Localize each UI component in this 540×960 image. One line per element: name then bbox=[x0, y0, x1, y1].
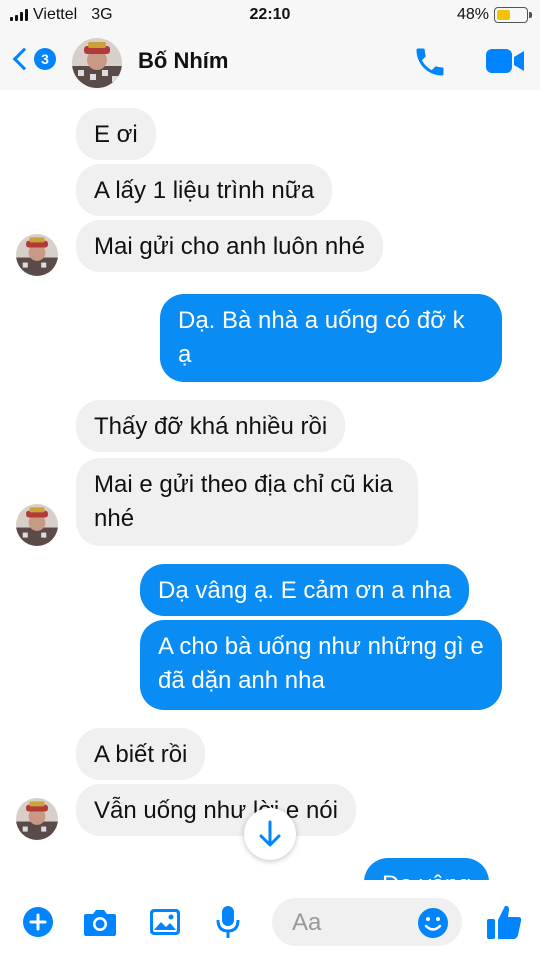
message-bubble-received[interactable]: Vẫn uống như lời e nói bbox=[76, 784, 356, 836]
video-call-button[interactable] bbox=[484, 46, 526, 76]
message-bubble-received[interactable]: Mai gửi cho anh luôn nhé bbox=[76, 220, 383, 272]
back-button[interactable]: 3 bbox=[10, 47, 56, 71]
message-list[interactable]: E ơi A lấy 1 liệu trình nữa Mai gửi cho … bbox=[0, 90, 540, 910]
thumbs-up-icon bbox=[487, 905, 522, 939]
scroll-to-bottom-button[interactable] bbox=[244, 808, 296, 860]
back-chevron-icon bbox=[12, 47, 36, 71]
message-bubble-received[interactable]: Mai e gửi theo địa chỉ cũ kia nhé bbox=[76, 458, 418, 546]
sender-avatar[interactable] bbox=[16, 234, 58, 276]
battery-percent: 48% bbox=[456, 6, 489, 23]
sender-avatar[interactable] bbox=[16, 798, 58, 840]
emoji-button[interactable] bbox=[416, 906, 450, 945]
battery-icon bbox=[494, 7, 532, 23]
contact-avatar[interactable] bbox=[72, 38, 122, 88]
message-bubble-sent[interactable]: Dạ. Bà nhà a uống có đỡ k ạ bbox=[160, 294, 502, 382]
camera-icon bbox=[84, 910, 116, 936]
add-icon bbox=[23, 907, 53, 937]
camera-button[interactable] bbox=[82, 906, 118, 943]
phone-icon bbox=[416, 48, 444, 76]
contact-name[interactable]: Bố Nhím bbox=[138, 48, 228, 74]
status-bar: Viettel 3G 22:10 48% bbox=[0, 0, 540, 32]
message-bubble-sent[interactable]: Dạ vâng ạ. E cảm ơn a nha bbox=[140, 564, 470, 616]
like-button[interactable] bbox=[484, 902, 524, 947]
add-button[interactable] bbox=[22, 906, 54, 943]
emoji-icon bbox=[418, 908, 448, 938]
voice-call-button[interactable] bbox=[412, 44, 448, 80]
microphone-icon bbox=[216, 906, 240, 938]
arrow-down-icon bbox=[259, 820, 281, 847]
unread-count-badge: 3 bbox=[34, 48, 56, 70]
message-input-placeholder: Aa bbox=[292, 909, 322, 936]
conversation-header: 3 Bố Nhím bbox=[0, 32, 540, 90]
sender-avatar[interactable] bbox=[16, 504, 58, 546]
video-camera-icon bbox=[486, 49, 524, 73]
message-composer: Aa bbox=[0, 880, 540, 960]
message-bubble-sent[interactable]: A cho bà uống như những gì e đã dặn anh … bbox=[140, 620, 502, 710]
gallery-icon bbox=[150, 909, 180, 935]
voice-record-button[interactable] bbox=[214, 904, 242, 945]
gallery-button[interactable] bbox=[148, 906, 182, 943]
message-bubble-received[interactable]: A biết rồi bbox=[76, 728, 206, 780]
message-bubble-received[interactable]: E ơi bbox=[76, 108, 156, 160]
message-bubble-received[interactable]: Thấy đỡ khá nhiều rồi bbox=[76, 400, 346, 452]
message-bubble-received[interactable]: A lấy 1 liệu trình nữa bbox=[76, 164, 333, 216]
